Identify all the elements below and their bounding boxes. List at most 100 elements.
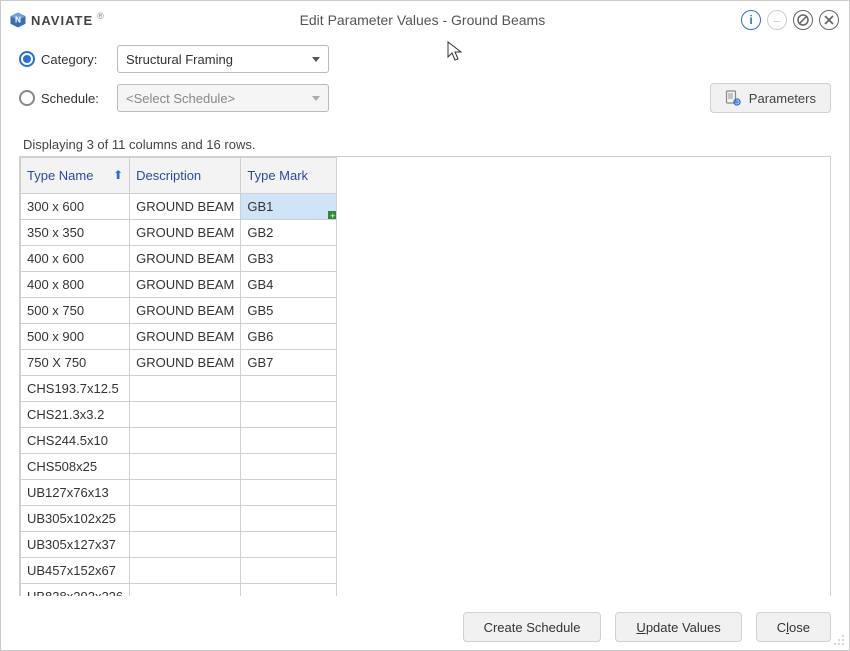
svg-text:N: N (15, 15, 21, 24)
cell-type-name[interactable]: UB305x127x37 (21, 532, 130, 558)
cell-description[interactable]: GROUND BEAM (130, 220, 241, 246)
table-row[interactable]: 500 x 900GROUND BEAMGB6 (21, 324, 337, 350)
cell-description[interactable] (130, 584, 241, 597)
status-text: Displaying 3 of 11 columns and 16 rows. (23, 137, 831, 152)
brand-registered: ® (97, 11, 104, 21)
category-label: Category: (41, 52, 97, 67)
dialog-window: N NAVIATE ® Edit Parameter Values - Grou… (0, 0, 850, 651)
cell-type-name[interactable]: CHS193.7x12.5 (21, 376, 130, 402)
table-row[interactable]: 300 x 600GROUND BEAMGB1 (21, 194, 337, 220)
cell-description[interactable]: GROUND BEAM (130, 194, 241, 220)
fill-handle-icon[interactable] (326, 209, 336, 219)
cell-type-name[interactable]: 400 x 600 (21, 246, 130, 272)
chevron-down-icon (312, 57, 320, 62)
cell-description[interactable] (130, 376, 241, 402)
cell-type-mark[interactable]: GB2 (241, 220, 337, 246)
col-header-description[interactable]: Description (130, 158, 241, 194)
close-button[interactable]: Close (756, 612, 831, 642)
parameters-button[interactable]: Parameters (710, 83, 831, 113)
table-row[interactable]: UB838x292x226 (21, 584, 337, 597)
cell-type-name[interactable]: UB838x292x226 (21, 584, 130, 597)
naviate-logo-icon: N (9, 11, 27, 29)
cell-description[interactable] (130, 532, 241, 558)
cell-description[interactable] (130, 506, 241, 532)
cell-type-mark[interactable]: GB7 (241, 350, 337, 376)
data-grid[interactable]: Type Name⬆ Description Type Mark 300 x 6… (19, 156, 831, 596)
cell-type-mark[interactable] (241, 584, 337, 597)
resize-grip[interactable] (833, 634, 845, 646)
category-radio[interactable]: Category: (19, 51, 117, 67)
cell-type-name[interactable]: UB127x76x13 (21, 480, 130, 506)
cell-description[interactable] (130, 558, 241, 584)
table-row[interactable]: 750 X 750GROUND BEAMGB7 (21, 350, 337, 376)
dialog-content: Category: Structural Framing Schedule: <… (1, 39, 849, 596)
cell-type-name[interactable]: UB305x102x25 (21, 506, 130, 532)
table-row[interactable]: CHS193.7x12.5 (21, 376, 337, 402)
schedule-row: Schedule: <Select Schedule> Parameters (19, 83, 831, 113)
table-row[interactable]: 500 x 750GROUND BEAMGB5 (21, 298, 337, 324)
col-header-type-name[interactable]: Type Name⬆ (21, 158, 130, 194)
create-schedule-button[interactable]: Create Schedule (463, 612, 602, 642)
cell-type-name[interactable]: CHS21.3x3.2 (21, 402, 130, 428)
cell-type-mark[interactable] (241, 428, 337, 454)
cell-type-name[interactable]: 500 x 900 (21, 324, 130, 350)
cell-type-mark[interactable] (241, 558, 337, 584)
close-label: Close (777, 620, 810, 635)
table-row[interactable]: UB305x127x37 (21, 532, 337, 558)
schedule-select: <Select Schedule> (117, 84, 329, 112)
table-row[interactable]: UB305x102x25 (21, 506, 337, 532)
table-row[interactable]: 400 x 600GROUND BEAMGB3 (21, 246, 337, 272)
cell-description[interactable]: GROUND BEAM (130, 298, 241, 324)
close-icon (824, 15, 834, 25)
cell-type-name[interactable]: 400 x 800 (21, 272, 130, 298)
cell-type-mark[interactable]: GB6 (241, 324, 337, 350)
cell-description[interactable] (130, 402, 241, 428)
col-header-type-mark[interactable]: Type Mark (241, 158, 337, 194)
cell-type-mark[interactable] (241, 506, 337, 532)
table-row[interactable]: UB127x76x13 (21, 480, 337, 506)
cell-type-name[interactable]: UB457x152x67 (21, 558, 130, 584)
close-window-button[interactable] (819, 10, 839, 30)
update-values-label: Update Values (636, 620, 720, 635)
cell-type-mark[interactable]: GB5 (241, 298, 337, 324)
cell-type-mark[interactable] (241, 376, 337, 402)
cell-type-name[interactable]: 350 x 350 (21, 220, 130, 246)
cell-type-name[interactable]: 500 x 750 (21, 298, 130, 324)
table-row[interactable]: CHS21.3x3.2 (21, 402, 337, 428)
schedule-radio[interactable]: Schedule: (19, 90, 117, 106)
category-select[interactable]: Structural Framing (117, 45, 329, 73)
table-row[interactable]: UB457x152x67 (21, 558, 337, 584)
cell-type-mark[interactable] (241, 532, 337, 558)
refresh-button[interactable] (793, 10, 813, 30)
cell-type-name[interactable]: CHS508x25 (21, 454, 130, 480)
cell-type-mark[interactable] (241, 480, 337, 506)
cell-description[interactable]: GROUND BEAM (130, 246, 241, 272)
info-button[interactable]: i (741, 10, 761, 30)
parameters-icon (725, 90, 741, 106)
update-values-button[interactable]: Update Values (615, 612, 741, 642)
table-row[interactable]: 350 x 350GROUND BEAMGB2 (21, 220, 337, 246)
dialog-footer: Create Schedule Update Values Close (1, 596, 849, 650)
cell-description[interactable]: GROUND BEAM (130, 272, 241, 298)
cell-type-mark[interactable]: GB4 (241, 272, 337, 298)
table-row[interactable]: 400 x 800GROUND BEAMGB4 (21, 272, 337, 298)
cell-type-name[interactable]: 750 X 750 (21, 350, 130, 376)
table-row[interactable]: CHS244.5x10 (21, 428, 337, 454)
block-icon (797, 14, 809, 26)
cell-description[interactable] (130, 428, 241, 454)
cell-type-name[interactable]: 300 x 600 (21, 194, 130, 220)
category-row: Category: Structural Framing (19, 45, 831, 73)
cell-type-name[interactable]: CHS244.5x10 (21, 428, 130, 454)
cell-type-mark[interactable] (241, 454, 337, 480)
cell-type-mark[interactable]: GB3 (241, 246, 337, 272)
help-button-disabled: – (767, 10, 787, 30)
cell-description[interactable] (130, 454, 241, 480)
cell-type-mark[interactable]: GB1 (241, 194, 337, 220)
cell-type-mark[interactable] (241, 402, 337, 428)
table-row[interactable]: CHS508x25 (21, 454, 337, 480)
titlebar: N NAVIATE ® Edit Parameter Values - Grou… (1, 1, 849, 39)
cell-description[interactable]: GROUND BEAM (130, 324, 241, 350)
cell-description[interactable]: GROUND BEAM (130, 350, 241, 376)
schedule-label: Schedule: (41, 91, 99, 106)
cell-description[interactable] (130, 480, 241, 506)
